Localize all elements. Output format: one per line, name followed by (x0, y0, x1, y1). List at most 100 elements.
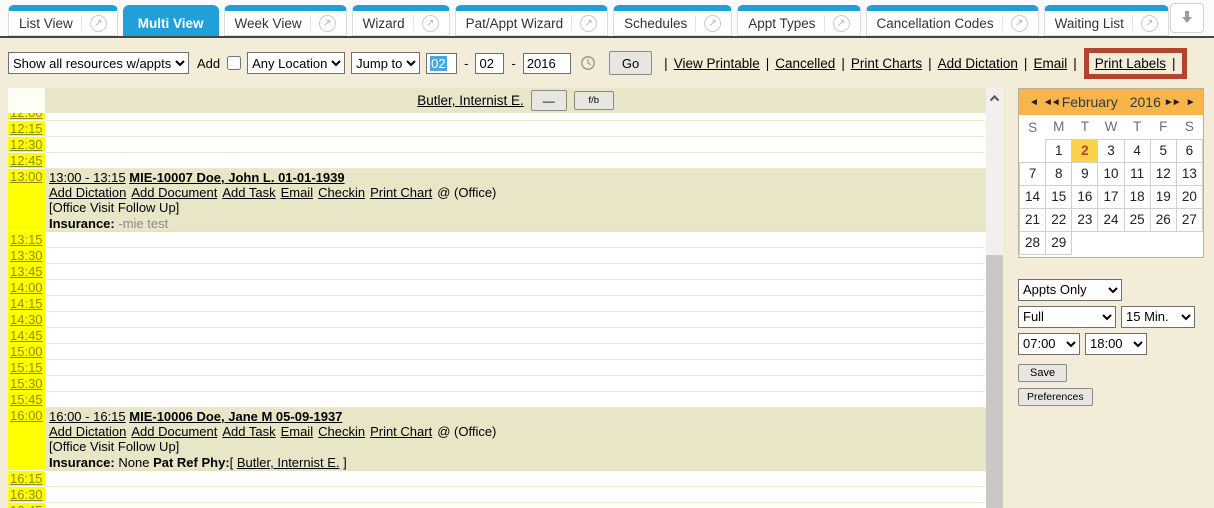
day-cell-25[interactable]: 25 (1124, 208, 1150, 231)
time-slot-link[interactable]: 14:00 (10, 280, 45, 295)
add-dictation-link[interactable]: Add Dictation (938, 56, 1018, 71)
popout-icon[interactable]: ↗ (833, 15, 850, 32)
time-slot-link[interactable]: 15:00 (10, 344, 45, 359)
slot-cell[interactable] (45, 471, 986, 487)
slot-cell[interactable] (45, 153, 986, 169)
time-slot-link[interactable]: 12:00 (10, 113, 45, 120)
slot-cell[interactable] (45, 296, 986, 312)
time-slot-link[interactable]: 16:15 (10, 471, 45, 486)
location-filter-select[interactable]: Any Location (247, 52, 345, 74)
day-cell-12[interactable]: 12 (1150, 162, 1176, 185)
tab-list-view[interactable]: List View↗ (8, 5, 118, 36)
print-chart-action[interactable]: Print Chart (370, 424, 432, 439)
slot-cell[interactable]: 13:00 - 13:15 MIE-10007 Doe, John L. 01-… (45, 169, 986, 232)
slot-cell[interactable] (45, 328, 986, 344)
day-cell-6[interactable]: 6 (1176, 139, 1202, 162)
next-year-icon[interactable]: ►► (1161, 97, 1183, 108)
start-time-select[interactable]: 07:00 (1018, 333, 1080, 355)
day-cell-2[interactable]: 2 (1072, 139, 1098, 162)
day-cell-22[interactable]: 22 (1046, 208, 1072, 231)
checkin-action[interactable]: Checkin (318, 185, 365, 200)
day-cell-3[interactable]: 3 (1098, 139, 1124, 162)
time-slot-link[interactable]: 13:45 (10, 264, 45, 279)
add-task-action[interactable]: Add Task (222, 185, 275, 200)
resource-filter-select[interactable]: Show all resources w/appts (8, 52, 189, 74)
popout-icon[interactable]: ↗ (90, 15, 107, 32)
tab-week-view[interactable]: Week View↗ (224, 5, 347, 36)
jump-to-select[interactable]: Jump to (351, 52, 420, 74)
scroll-up-button[interactable] (986, 88, 1003, 106)
add-task-action[interactable]: Add Task (222, 424, 275, 439)
date-month-input[interactable]: 02 (426, 53, 457, 74)
add-dictation-action[interactable]: Add Dictation (49, 424, 126, 439)
time-slot-link[interactable]: 14:15 (10, 296, 45, 311)
popout-icon[interactable]: ↗ (1011, 15, 1028, 32)
time-slot-link[interactable]: 13:30 (10, 248, 45, 263)
print-labels-link[interactable]: Print Labels (1095, 56, 1166, 71)
day-cell-23[interactable]: 23 (1072, 208, 1098, 231)
go-button[interactable]: Go (609, 51, 652, 75)
day-cell-11[interactable]: 11 (1124, 162, 1150, 185)
day-cell-7[interactable]: 7 (1020, 162, 1046, 185)
view-size-select[interactable]: Full (1018, 306, 1116, 328)
day-cell-20[interactable]: 20 (1176, 185, 1202, 208)
popout-icon[interactable]: ↗ (1141, 15, 1158, 32)
tab-multi-view[interactable]: Multi View (123, 5, 219, 36)
popout-icon[interactable]: ↗ (319, 15, 336, 32)
slot-cell[interactable] (45, 503, 986, 508)
slot-cell[interactable] (45, 487, 986, 503)
time-slot-link[interactable]: 14:45 (10, 328, 45, 343)
time-slot-link[interactable]: 14:30 (10, 312, 45, 327)
interval-select[interactable]: 15 Min. (1121, 306, 1195, 328)
slot-cell[interactable] (45, 113, 986, 121)
date-day-input[interactable]: 02 (475, 53, 504, 74)
prev-year-icon[interactable]: ◄◄ (1040, 97, 1062, 108)
time-slot-link[interactable]: 15:45 (10, 392, 45, 407)
clock-icon[interactable] (580, 55, 596, 71)
fb-button[interactable]: f/b (574, 91, 614, 110)
tab-wizard[interactable]: Wizard↗ (352, 5, 450, 36)
day-cell-28[interactable]: 28 (1020, 231, 1046, 254)
time-slot-link[interactable]: 15:15 (10, 360, 45, 375)
day-cell-15[interactable]: 15 (1046, 185, 1072, 208)
appointment-time-link[interactable]: 16:00 - 16:15 (49, 409, 126, 424)
day-cell-10[interactable]: 10 (1098, 162, 1124, 185)
preferences-button[interactable]: Preferences (1018, 388, 1093, 406)
patient-link[interactable]: MIE-10007 Doe, John L. 01-01-1939 (129, 170, 344, 185)
day-cell-5[interactable]: 5 (1150, 139, 1176, 162)
ref-phy-link[interactable]: Butler, Internist E. (237, 455, 340, 470)
time-slot-link[interactable]: 16:45 (10, 503, 45, 508)
checkin-action[interactable]: Checkin (318, 424, 365, 439)
scrollbar-thumb[interactable] (986, 255, 1003, 508)
patient-link[interactable]: MIE-10006 Doe, Jane M 05-09-1937 (129, 409, 342, 424)
add-dictation-action[interactable]: Add Dictation (49, 185, 126, 200)
appointment[interactable]: 13:00 - 13:15 MIE-10007 Doe, John L. 01-… (45, 169, 986, 231)
display-mode-select[interactable]: Appts Only (1018, 279, 1122, 301)
time-slot-link[interactable]: 13:15 (10, 232, 45, 247)
day-cell-18[interactable]: 18 (1124, 185, 1150, 208)
save-button[interactable]: Save (1018, 364, 1067, 382)
day-cell-14[interactable]: 14 (1020, 185, 1046, 208)
tab-appt-types[interactable]: Appt Types↗ (737, 5, 860, 36)
prev-month-icon[interactable]: ◄ (1026, 97, 1040, 108)
slot-cell[interactable] (45, 312, 986, 328)
email-action[interactable]: Email (281, 424, 314, 439)
time-slot-link[interactable]: 16:00 (10, 408, 45, 423)
slot-cell[interactable] (45, 360, 986, 376)
tab-schedules[interactable]: Schedules↗ (613, 5, 732, 36)
popout-icon[interactable]: ↗ (422, 15, 439, 32)
view-printable-link[interactable]: View Printable (674, 56, 760, 71)
day-cell-9[interactable]: 9 (1072, 162, 1098, 185)
slot-cell[interactable] (45, 392, 986, 408)
slot-cell[interactable] (45, 232, 986, 248)
slot-cell[interactable] (45, 376, 986, 392)
day-cell-13[interactable]: 13 (1176, 162, 1202, 185)
day-cell-27[interactable]: 27 (1176, 208, 1202, 231)
next-month-icon[interactable]: ► (1183, 97, 1197, 108)
time-slot-link[interactable]: 12:45 (10, 153, 45, 168)
day-cell-21[interactable]: 21 (1020, 208, 1046, 231)
appointment-time-link[interactable]: 13:00 - 13:15 (49, 170, 126, 185)
tab-cancellation-codes[interactable]: Cancellation Codes↗ (866, 5, 1039, 36)
slot-cell[interactable]: 16:00 - 16:15 MIE-10006 Doe, Jane M 05-0… (45, 408, 986, 471)
day-cell-1[interactable]: 1 (1046, 139, 1072, 162)
